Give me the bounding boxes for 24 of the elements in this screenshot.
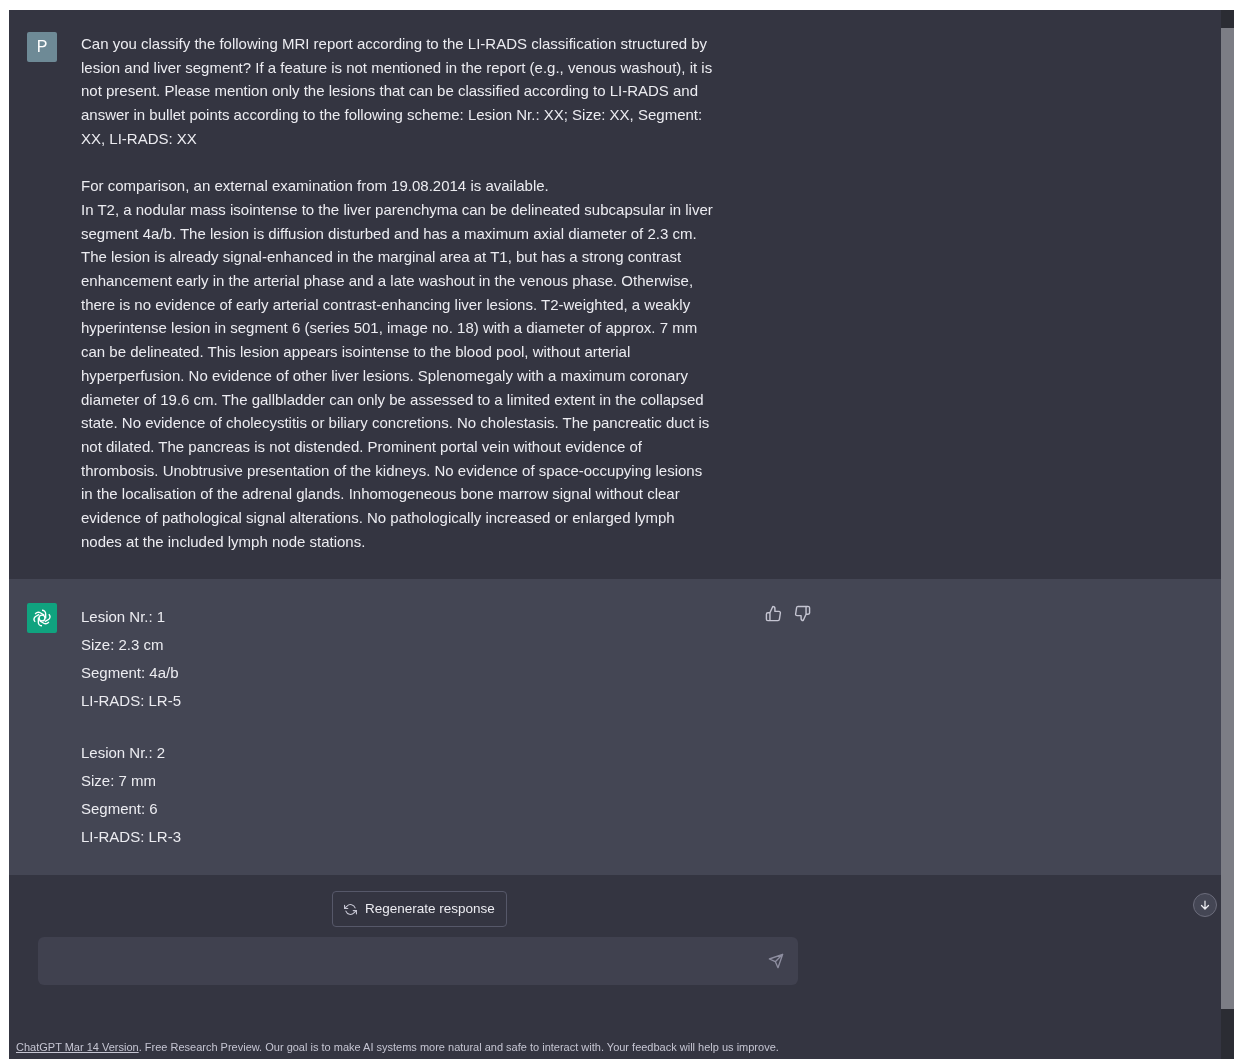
answer-line: Size: 7 mm xyxy=(81,771,157,792)
answer-line: Lesion Nr.: 1 xyxy=(81,607,167,628)
answer-line: LI-RADS: LR-5 xyxy=(81,691,183,712)
footer-note: ChatGPT Mar 14 Version. Free Research Preview. Our goal is to make AI systems more natural and safe to interact with. Your feedback will help us improve. xyxy=(16,1039,779,1055)
refresh-icon xyxy=(344,902,357,916)
message-paragraph: Can you classify the following MRI report according to the LI-RADS classification structured by lesion and liver segment? If a feature is not mentioned in the report (e.g., venous washout), it is not present. Please mention only the lesions that can be classified according to LI-RADS and answer in bullet points according to the following scheme: Lesion Nr.: XX; Size: XX, Segment: XX, LI-RADS: XX xyxy=(81,34,714,149)
assistant-logo-icon xyxy=(27,603,57,634)
answer-line: Lesion Nr.: 2 xyxy=(81,743,167,764)
scrollbar-thumb[interactable] xyxy=(1221,28,1234,1009)
answer-line: LI-RADS: LR-3 xyxy=(81,827,183,848)
message-paragraph: In T2, a nodular mass isointense to the liver parenchyma can be delineated subcapsular in liver segment 4a/b. The lesion is diffusion disturbed and has a maximum axial diameter of 2.3 cm. The lesion is already signal-enhanced in the marginal area at T1, but has a strong contrast enhancement early in the arterial phase and a late washout in the venous phase. Otherwise, there is no evidence of early arterial contrast-enhancing liver lesions. T2-weighted, a weakly hyperintense lesion in segment 6 (series 501, image no. 18) with a diameter of approx. 7 mm can be delineated. This lesion appears isointense to the blood pool, without arterial hyperperfusion. No evidence of other liver lesions. Splenomegaly with a maximum coronary diameter of 19.6 cm. The gallbladder can only be assessed to a limited extent in the collapsed state. No evidence of cholecystitis or biliary concretions. No cholestasis. The pancreatic duct is not dilated. The pancreas is not distended. Prominent portal vein without evidence of thrombosis. Unobtrusive presentation of the kidneys. No evidence of space-occupying lesions in the localisation of the adrenal glands. Inhomogeneous bone marrow signal without clear evidence of pathological signal alterations. No pathologically increased or enlarged lymph nodes at the included lymph node stations. xyxy=(81,199,714,552)
message-paragraph: For comparison, an external examination from 19.08.2014 is available. xyxy=(81,176,550,197)
answer-line: Segment: 4a/b xyxy=(81,663,180,684)
answer-line: Segment: 6 xyxy=(81,799,159,820)
user-avatar: P xyxy=(27,32,57,62)
answer-line: Size: 2.3 cm xyxy=(81,635,165,656)
version-link[interactable]: ChatGPT Mar 14 Version xyxy=(16,1040,139,1053)
scroll-down-button[interactable] xyxy=(1193,893,1217,918)
thumbs-down-icon[interactable] xyxy=(794,605,811,623)
thumbs-up-icon[interactable] xyxy=(765,605,782,623)
arrow-down-icon xyxy=(1199,899,1211,912)
message-input-field[interactable] xyxy=(38,937,798,986)
send-icon[interactable] xyxy=(768,953,784,970)
regenerate-button[interactable]: Regenerate response xyxy=(332,891,507,928)
